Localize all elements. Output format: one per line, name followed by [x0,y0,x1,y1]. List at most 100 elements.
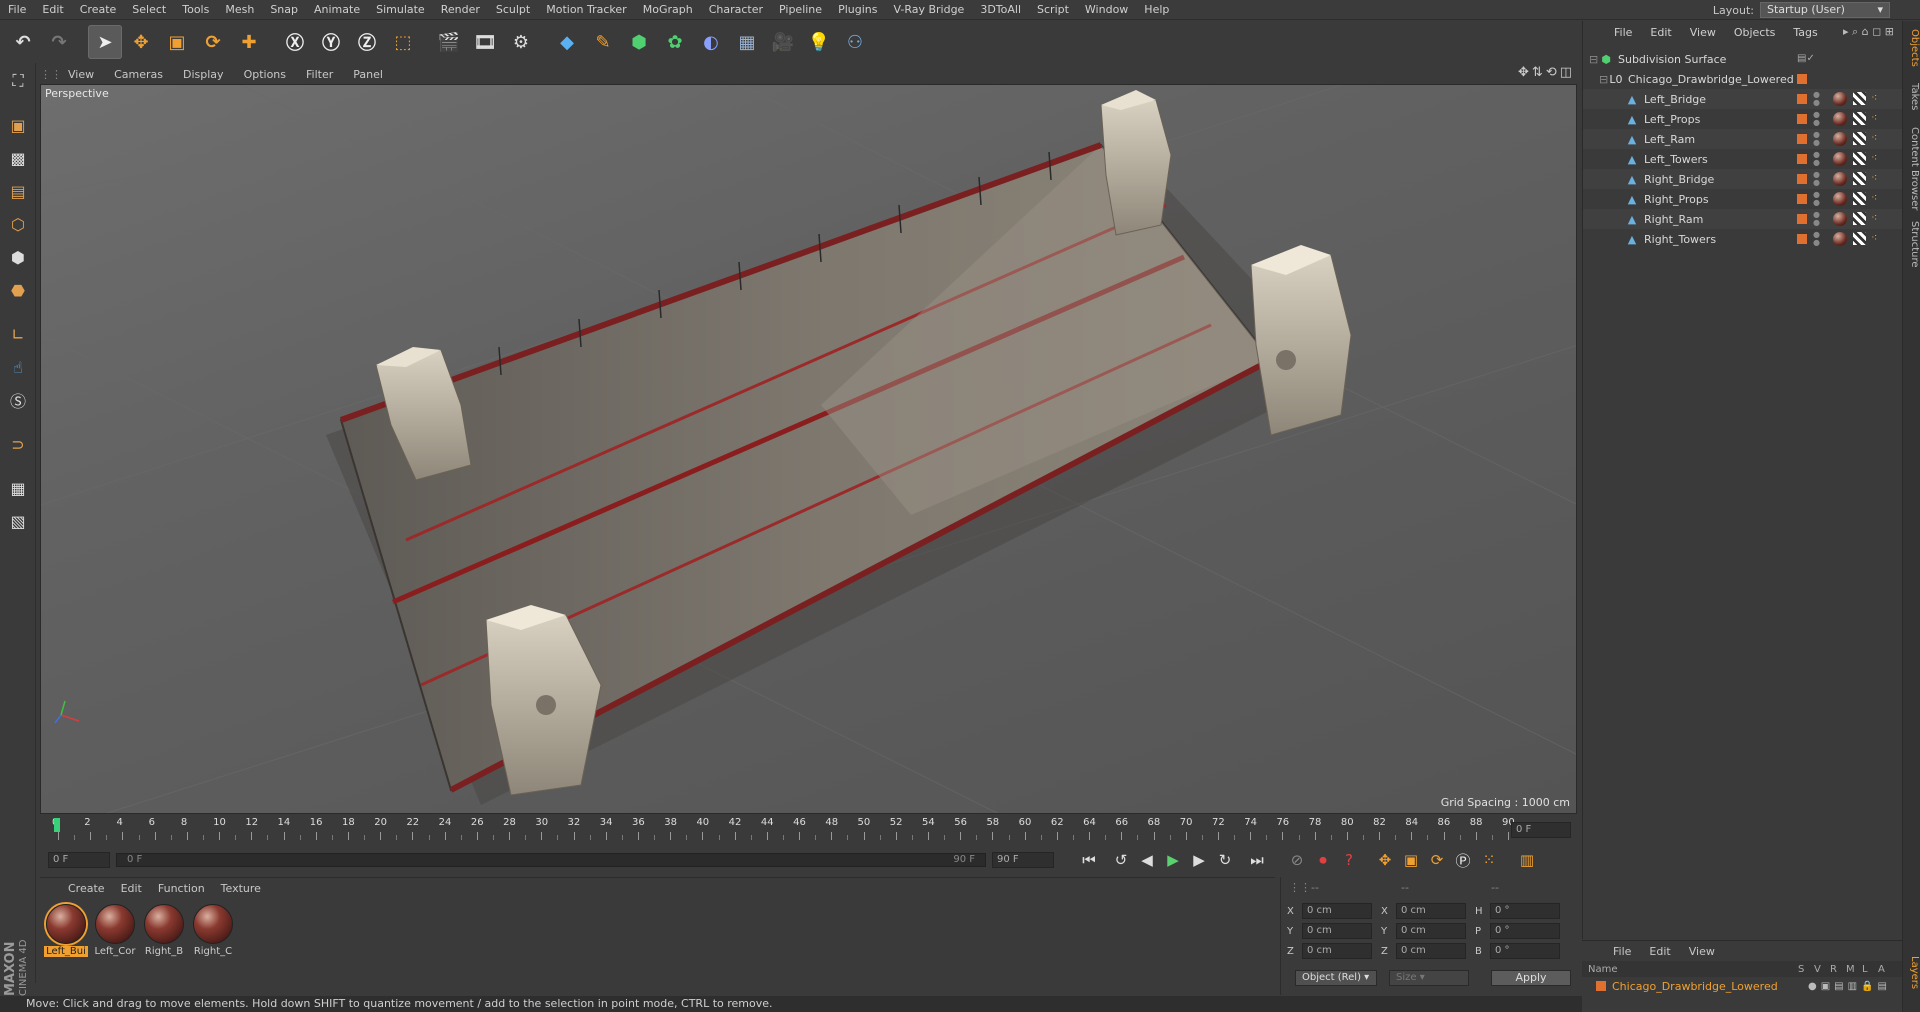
menu-v-ray-bridge[interactable]: V-Ray Bridge [885,0,972,20]
render-view-button[interactable]: 🎬 [432,25,466,59]
material-tag-icon[interactable] [1833,132,1847,146]
material-swatch[interactable]: Right_B [142,904,186,962]
coord-value-field[interactable]: 0 cm [1302,943,1372,959]
camera-icon[interactable]: 🎥 [766,25,800,59]
object-menu-objects[interactable]: Objects [1725,26,1785,39]
playhead[interactable] [54,818,60,832]
redo-button[interactable]: ↷ [42,25,76,59]
visibility-dots-icon[interactable]: ● ● [1813,131,1820,147]
coordinate-system-button[interactable]: ⬚ [386,25,420,59]
planar-workplane-button[interactable]: ▧ [3,506,33,536]
viewport-menu-view[interactable]: View [58,68,104,81]
coord-value-field[interactable]: 0 cm [1302,923,1372,939]
goto-end-button[interactable]: ⏭ [1244,848,1270,872]
coord-value-field[interactable]: 0 cm [1396,943,1466,959]
live-selection-button[interactable]: ✚ [232,25,266,59]
apply-button[interactable]: Apply [1491,970,1571,986]
object-menu-edit[interactable]: Edit [1641,26,1680,39]
menu-motion-tracker[interactable]: Motion Tracker [538,0,634,20]
frame-range-slider[interactable]: 0 F 90 F [116,853,986,867]
rotate-tool-button[interactable]: ⟳ [196,25,230,59]
texture-tag-icon[interactable] [1853,232,1866,245]
menu-pipeline[interactable]: Pipeline [771,0,830,20]
tab-layers[interactable]: Layers [1904,956,1920,989]
lock-workplane-button[interactable]: ▦ [3,473,33,503]
object-row-left-bridge[interactable]: ▲ Left_Bridge ● ● ⁖ [1583,89,1903,109]
material-swatch[interactable]: Right_C [191,904,235,962]
object-row-left-towers[interactable]: ▲ Left_Towers ● ● ⁖ [1583,149,1903,169]
material-tag-icon[interactable] [1833,232,1847,246]
menu-edit[interactable]: Edit [34,0,71,20]
subdivision-icon[interactable]: ⬢ [622,25,656,59]
material-menu-edit[interactable]: Edit [113,882,150,895]
key-pla-button[interactable]: ⁙ [1476,848,1502,872]
object-row-right-towers[interactable]: ▲ Right_Towers ● ● ⁖ [1583,229,1903,249]
object-row-group[interactable]: ⊟ L0 Chicago_Drawbridge_Lowered [1583,69,1903,89]
uvw-tag-icon[interactable]: ⁖ [1871,131,1877,144]
material-swatch[interactable]: Left_Cor [93,904,137,962]
floor-icon[interactable]: ▦ [730,25,764,59]
uvw-tag-icon[interactable]: ⁖ [1871,171,1877,184]
texture-tag-icon[interactable] [1853,112,1866,125]
texture-tag-icon[interactable] [1853,152,1866,165]
visibility-dots-icon[interactable]: ● ● [1813,231,1820,247]
next-frame-button[interactable]: ▶ [1186,848,1212,872]
visibility-dots-icon[interactable]: ● ● [1813,111,1820,127]
coord-value-field[interactable]: 0 ° [1490,943,1560,959]
menu-mesh[interactable]: Mesh [217,0,262,20]
coord-value-field[interactable]: 0 cm [1302,903,1372,919]
timeline-window-button[interactable]: ▥ [1514,848,1540,872]
menu-file[interactable]: File [0,0,34,20]
edges-mode-button[interactable]: ⬢ [3,242,33,272]
motion-record-button[interactable]: ⊘ [1284,848,1310,872]
material-menu-function[interactable]: Function [150,882,213,895]
points-mode-button[interactable]: ⬡ [3,209,33,239]
material-menu-texture[interactable]: Texture [213,882,269,895]
tab-content-browser[interactable]: Content Browser [1904,127,1920,210]
menu-character[interactable]: Character [701,0,771,20]
y-axis-lock-button[interactable]: Ⓨ [314,25,348,59]
pen-spline-icon[interactable]: ✎ [586,25,620,59]
uvw-tag-icon[interactable]: ⁖ [1871,151,1877,164]
key-rotation-button[interactable]: ⟳ [1424,848,1450,872]
python-icon[interactable]: ⚇ [838,25,872,59]
uvw-tag-icon[interactable]: ⁖ [1871,191,1877,204]
texture-tag-icon[interactable] [1853,92,1866,105]
menu-simulate[interactable]: Simulate [368,0,433,20]
viewport-menu-cameras[interactable]: Cameras [104,68,173,81]
make-editable-button[interactable]: ⛶ [3,66,33,96]
tab-takes[interactable]: Takes [1904,83,1920,110]
deformer-icon[interactable]: ◐ [694,25,728,59]
menu-render[interactable]: Render [433,0,488,20]
next-key-button[interactable]: ↻ [1212,848,1238,872]
material-tag-icon[interactable] [1833,192,1847,206]
start-frame-field[interactable]: 0 F [48,852,110,868]
menu-plugins[interactable]: Plugins [830,0,885,20]
viewport-menu-display[interactable]: Display [173,68,234,81]
menu-script[interactable]: Script [1029,0,1077,20]
menu-create[interactable]: Create [72,0,125,20]
visibility-dots-icon[interactable]: ● ● [1813,211,1820,227]
texture-tag-icon[interactable] [1853,212,1866,225]
move-tool-button[interactable]: ✥ [124,25,158,59]
scale-tool-button[interactable]: ▣ [160,25,194,59]
menu-window[interactable]: Window [1077,0,1136,20]
tweak-mode-button[interactable]: ☝ [3,352,33,382]
current-frame-field[interactable]: 0 F [1511,822,1571,838]
material-tag-icon[interactable] [1833,92,1847,106]
material-tag-icon[interactable] [1833,112,1847,126]
render-settings-button[interactable]: ⚙ [504,25,538,59]
uvw-tag-icon[interactable]: ⁖ [1871,111,1877,124]
prev-frame-button[interactable]: ◀ [1134,848,1160,872]
layout-dropdown[interactable]: Startup (User) ▾ [1760,2,1890,18]
magnet-icon[interactable]: ⊃ [3,429,33,459]
object-row-right-bridge[interactable]: ▲ Right_Bridge ● ● ⁖ [1583,169,1903,189]
viewport-menu-filter[interactable]: Filter [296,68,343,81]
z-axis-lock-button[interactable]: Ⓩ [350,25,384,59]
material-tag-icon[interactable] [1833,212,1847,226]
texture-tag-icon[interactable] [1853,172,1866,185]
light-icon[interactable]: 💡 [802,25,836,59]
object-row-right-ram[interactable]: ▲ Right_Ram ● ● ⁖ [1583,209,1903,229]
size-mode-dropdown[interactable]: Size ▾ [1389,970,1469,986]
object-menu-view[interactable]: View [1681,26,1725,39]
